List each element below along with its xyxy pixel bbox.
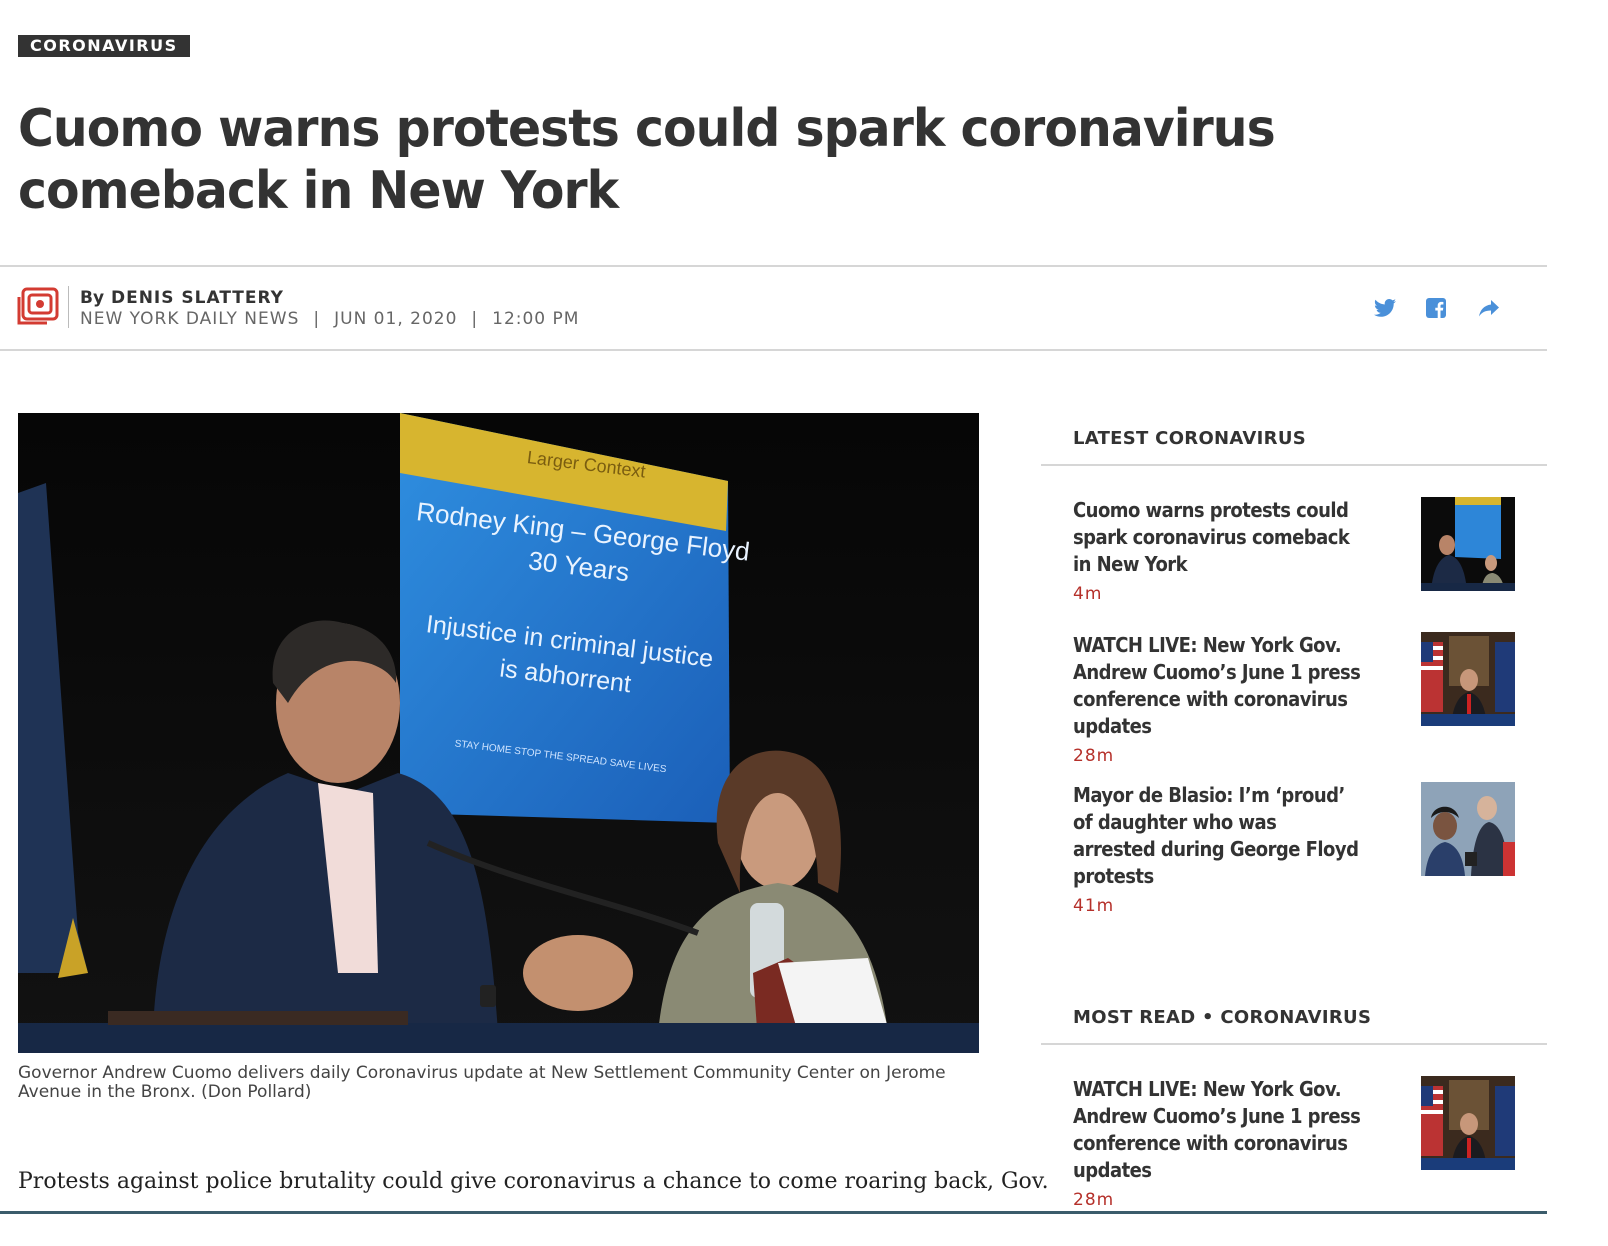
latest-item-time: 28m — [1073, 746, 1115, 766]
meta-separator: | — [313, 309, 321, 329]
divider — [0, 349, 1547, 351]
byline-prefix: By — [80, 288, 105, 308]
most-read-section-title[interactable]: MOST READ • CORONAVIRUS — [1073, 1007, 1371, 1028]
rail-divider — [1041, 464, 1547, 466]
article-body: Protests against police brutality could … — [18, 1169, 1049, 1194]
article-headline: Cuomo warns protests could spark coronav… — [18, 99, 1276, 221]
latest-section-title[interactable]: LATEST CORONAVIRUS — [1073, 428, 1306, 449]
photo-caption: Governor Andrew Cuomo delivers daily Cor… — [18, 1063, 946, 1102]
latest-item-time: 41m — [1073, 896, 1115, 916]
most-read-item-time: 28m — [1073, 1190, 1115, 1210]
publish-time: 12:00 PM — [492, 309, 580, 329]
latest-item-thumbnail[interactable] — [1421, 497, 1515, 591]
latest-item-thumbnail[interactable] — [1421, 782, 1515, 876]
publish-date: JUN 01, 2020 — [334, 309, 458, 329]
latest-item-title[interactable]: Mayor de Blasio: I’m ‘proud’ of daughter… — [1073, 782, 1361, 890]
publication-name: NEW YORK DAILY NEWS — [80, 309, 300, 329]
rail-divider — [1041, 1043, 1547, 1045]
lead-photo[interactable]: Larger Context Rodney King – George Floy… — [18, 413, 979, 1053]
press-conference-image: Larger Context Rodney King – George Floy… — [18, 413, 979, 1053]
latest-item-thumbnail[interactable] — [1421, 632, 1515, 726]
latest-item-title[interactable]: WATCH LIVE: New York Gov. Andrew Cuomo’s… — [1073, 632, 1361, 740]
latest-item[interactable]: Mayor de Blasio: I’m ‘proud’ of daughter… — [1073, 782, 1547, 916]
twitter-icon[interactable] — [1373, 296, 1397, 320]
byline-separator — [68, 286, 69, 328]
byline-meta: NEW YORK DAILY NEWS | JUN 01, 2020 | 12:00 P… — [80, 309, 579, 329]
latest-item-title[interactable]: Cuomo warns protests could spark coronav… — [1073, 497, 1361, 578]
author-name[interactable]: DENIS SLATTERY — [111, 288, 284, 308]
newspaper-logo-icon — [17, 287, 59, 325]
latest-item[interactable]: WATCH LIVE: New York Gov. Andrew Cuomo’s… — [1073, 632, 1547, 766]
bottom-border — [0, 1211, 1547, 1214]
most-read-item[interactable]: WATCH LIVE: New York Gov. Andrew Cuomo’s… — [1073, 1076, 1547, 1210]
latest-item[interactable]: Cuomo warns protests could spark coronav… — [1073, 497, 1547, 604]
divider — [0, 265, 1547, 267]
most-read-item-thumbnail[interactable] — [1421, 1076, 1515, 1170]
facebook-icon[interactable] — [1424, 296, 1448, 320]
meta-separator: | — [471, 309, 479, 329]
section-kicker[interactable]: CORONAVIRUS — [18, 35, 190, 57]
share-forward-icon[interactable] — [1477, 296, 1501, 320]
most-read-item-title[interactable]: WATCH LIVE: New York Gov. Andrew Cuomo’s… — [1073, 1076, 1361, 1184]
byline-author: By DENIS SLATTERY — [80, 288, 284, 308]
